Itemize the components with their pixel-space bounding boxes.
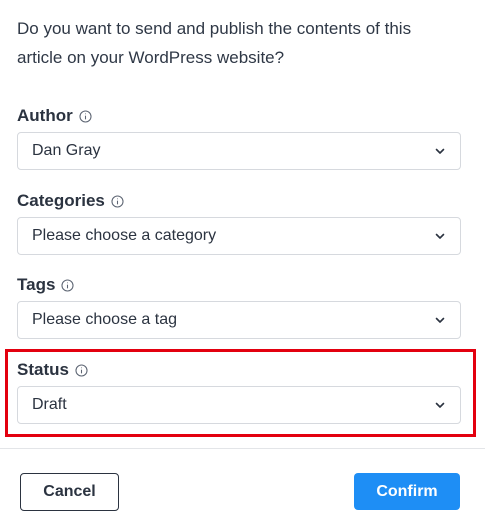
author-label: Author xyxy=(17,105,92,127)
author-select-value: Dan Gray xyxy=(32,142,101,159)
info-icon[interactable] xyxy=(61,278,74,292)
tags-label: Tags xyxy=(17,274,74,296)
cancel-button[interactable]: Cancel xyxy=(20,473,119,511)
footer-divider xyxy=(0,448,485,449)
confirm-button[interactable]: Confirm xyxy=(354,473,460,510)
chevron-down-icon xyxy=(434,399,446,411)
tags-label-text: Tags xyxy=(17,275,56,294)
info-icon[interactable] xyxy=(75,363,88,377)
status-label-text: Status xyxy=(17,360,69,379)
categories-select-value: Please choose a category xyxy=(32,227,217,244)
author-select[interactable]: Dan Gray xyxy=(17,132,461,170)
dialog-intro-text: Do you want to send and publish the cont… xyxy=(17,19,412,67)
tags-select-value: Please choose a tag xyxy=(32,311,177,328)
status-label: Status xyxy=(17,359,88,381)
chevron-down-icon xyxy=(434,314,446,326)
categories-label-text: Categories xyxy=(17,191,105,210)
status-select[interactable]: Draft xyxy=(17,386,461,424)
chevron-down-icon xyxy=(434,145,446,157)
categories-select[interactable]: Please choose a category xyxy=(17,217,461,255)
info-icon[interactable] xyxy=(111,194,124,208)
categories-label: Categories xyxy=(17,190,124,212)
info-icon[interactable] xyxy=(79,109,92,123)
author-label-text: Author xyxy=(17,106,73,125)
chevron-down-icon xyxy=(434,230,446,242)
status-select-value: Draft xyxy=(32,396,67,413)
tags-select[interactable]: Please choose a tag xyxy=(17,301,461,339)
